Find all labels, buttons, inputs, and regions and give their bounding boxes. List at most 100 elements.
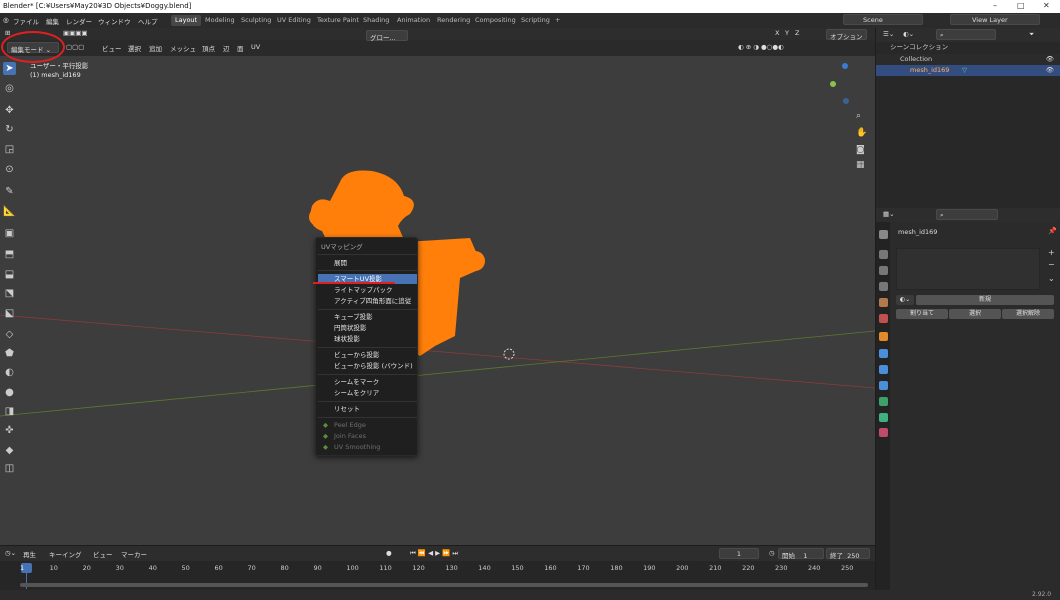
scale-tool-icon[interactable]: ◲ (3, 143, 16, 156)
menu-add[interactable]: 追加 (146, 42, 165, 53)
data-tab-icon[interactable] (879, 413, 888, 422)
spin-tool-icon[interactable]: ◐ (3, 366, 16, 379)
assign-button[interactable]: 割り当て (896, 309, 948, 319)
constraints-tab-icon[interactable] (879, 397, 888, 406)
material-slots-list[interactable] (896, 248, 1040, 290)
browse-material-icon[interactable]: ◐⌄ (896, 295, 914, 305)
world-tab-icon[interactable] (879, 314, 888, 323)
bevel-tool-icon[interactable]: ⬔ (3, 287, 16, 300)
transform-orientation-dropdown[interactable]: グロー... (366, 30, 408, 42)
transform-tool-icon[interactable]: ⊙ (3, 163, 16, 176)
select-box-icon[interactable]: ➤ (3, 62, 16, 75)
current-frame-field[interactable]: 1 (719, 548, 759, 559)
scene-collection-row[interactable]: シーンコレクション (876, 42, 1060, 53)
move-tool-icon[interactable]: ✥ (3, 104, 16, 117)
menu-select[interactable]: 選択 (125, 42, 144, 53)
timeline-editor-icon[interactable]: ◷⌄ (2, 548, 19, 559)
pan-hand-icon[interactable]: ✋ (856, 128, 867, 138)
menu-file[interactable]: ファイル (13, 16, 39, 26)
menu-uv[interactable]: UV (248, 42, 263, 53)
knife-tool-icon[interactable]: ◇ (3, 328, 16, 341)
render-tab-icon[interactable] (879, 250, 888, 259)
close-button[interactable]: ✕ (1043, 1, 1050, 10)
outliner-type-icon[interactable]: ☰⌄ (880, 29, 897, 40)
display-mode-icon[interactable]: ◐⌄ (900, 29, 917, 40)
shear-tool-icon[interactable]: ◆ (3, 444, 16, 457)
rip-tool-icon[interactable]: ◫ (3, 462, 16, 475)
tab-uv-editing[interactable]: UV Editing (273, 15, 315, 26)
particles-tab-icon[interactable] (879, 365, 888, 374)
annotate-tool-icon[interactable]: ✎ (3, 185, 16, 198)
scene-tab-icon[interactable] (879, 298, 888, 307)
menu-mesh[interactable]: メッシュ (167, 42, 199, 53)
tab-modeling[interactable]: Modeling (201, 15, 239, 26)
timeline-view-menu[interactable]: ビュー (90, 548, 116, 559)
viewport-gizmo-icons[interactable]: ◐ ⊕ ◑ ●○●◐ (735, 42, 787, 53)
timeline[interactable]: 1 10 20 30 40 50 60 70 80 90 100 110 120 130 140 150 160… (0, 561, 875, 590)
tab-animation[interactable]: Animation (393, 15, 434, 26)
cursor-tool-icon[interactable]: ◎ (3, 82, 16, 95)
outliner-search-input[interactable]: ⌕ (936, 29, 996, 40)
measure-tool-icon[interactable]: 📐 (3, 205, 16, 218)
filter-icon[interactable]: ⏷ (1026, 29, 1037, 40)
menu-item-mark-seam[interactable]: シームをマーク (318, 377, 417, 387)
keying-menu[interactable]: キーイング (46, 548, 85, 559)
menu-item-project-view-bounds[interactable]: ビューから投影 (バウンド) (318, 361, 417, 371)
material-tab-icon[interactable] (879, 428, 888, 437)
view-layer-tab-icon[interactable] (879, 282, 888, 291)
menu-item-clear-seam[interactable]: シームをクリア (318, 388, 417, 398)
output-tab-icon[interactable] (879, 266, 888, 275)
inset-tool-icon[interactable]: ⬓ (3, 268, 16, 281)
menu-edge[interactable]: 辺 (220, 42, 233, 53)
properties-type-icon[interactable]: ▦⌄ (880, 209, 898, 220)
mesh-object-row[interactable]: mesh_id169 ▽ 👁 (876, 65, 1060, 76)
add-cube-icon[interactable]: ▣ (3, 227, 16, 240)
tab-layout[interactable]: Layout (171, 15, 202, 26)
collection-row[interactable]: Collection 👁 (876, 54, 1060, 65)
deselect-button[interactable]: 選択解除 (1002, 309, 1054, 319)
object-tab-icon[interactable] (879, 332, 888, 341)
extrude-tool-icon[interactable]: ⬒ (3, 248, 16, 261)
new-material-button[interactable]: 新規 (916, 295, 1054, 305)
menu-edit[interactable]: 編集 (46, 16, 59, 26)
menu-item-cube[interactable]: キューブ投影 (318, 312, 417, 322)
edge-slide-icon[interactable]: ◨ (3, 405, 16, 418)
tab-scripting[interactable]: Scripting (517, 15, 554, 26)
3d-viewport[interactable]: ユーザー・平行投影 (1) mesh_id169 ⌕ ✋ ◙ ▦ (0, 56, 875, 545)
menu-window[interactable]: ウィンドウ (98, 16, 131, 26)
menu-vertex[interactable]: 頂点 (199, 42, 218, 53)
menu-item-follow-quads[interactable]: アクティブ四角形面に追従 (318, 296, 417, 306)
select-mode-icons[interactable]: ▣▣▣▣ (60, 28, 91, 39)
end-frame-field[interactable]: 終了 250 (826, 548, 870, 560)
menu-item-cylinder[interactable]: 円筒状投影 (318, 323, 417, 333)
loop-cut-icon[interactable]: ⬕ (3, 307, 16, 320)
playback-menu[interactable]: 再生 (20, 548, 39, 559)
minimize-button[interactable]: – (993, 1, 997, 10)
axis-z-toggle[interactable]: Z (792, 28, 802, 39)
view-layer-selector[interactable]: View Layer (950, 14, 1040, 25)
tab-rendering[interactable]: Rendering (433, 15, 474, 26)
smooth-tool-icon[interactable]: ● (3, 386, 16, 399)
poly-build-icon[interactable]: ⬟ (3, 347, 16, 360)
slot-menu-icon[interactable]: ⌄ (1048, 274, 1055, 283)
axis-x-toggle[interactable]: X (772, 28, 782, 39)
blender-logo-icon[interactable]: ◎ (3, 16, 9, 24)
marker-menu[interactable]: マーカー (118, 548, 150, 559)
zoom-icon[interactable]: ⌕ (856, 111, 861, 121)
menu-render[interactable]: レンダー (66, 16, 92, 26)
eye-icon[interactable]: 👁 (1046, 65, 1054, 76)
menu-item-unwrap[interactable]: 展開 (318, 258, 417, 268)
axis-y-toggle[interactable]: Y (782, 28, 792, 39)
maximize-button[interactable]: □ (1017, 1, 1025, 10)
physics-tab-icon[interactable] (879, 381, 888, 390)
shrink-fatten-icon[interactable]: ✜ (3, 424, 16, 437)
pin-icon[interactable]: 📌 (1048, 227, 1057, 235)
rotate-tool-icon[interactable]: ↻ (3, 123, 16, 136)
select-button[interactable]: 選択 (949, 309, 1001, 319)
modifier-tab-icon[interactable] (879, 349, 888, 358)
scene-selector[interactable]: Scene (843, 14, 923, 25)
grid-icon[interactable]: ▦ (856, 160, 865, 170)
tool-tab-icon[interactable] (879, 230, 888, 239)
remove-slot-icon[interactable]: − (1048, 260, 1055, 269)
tab-compositing[interactable]: Compositing (471, 15, 520, 26)
